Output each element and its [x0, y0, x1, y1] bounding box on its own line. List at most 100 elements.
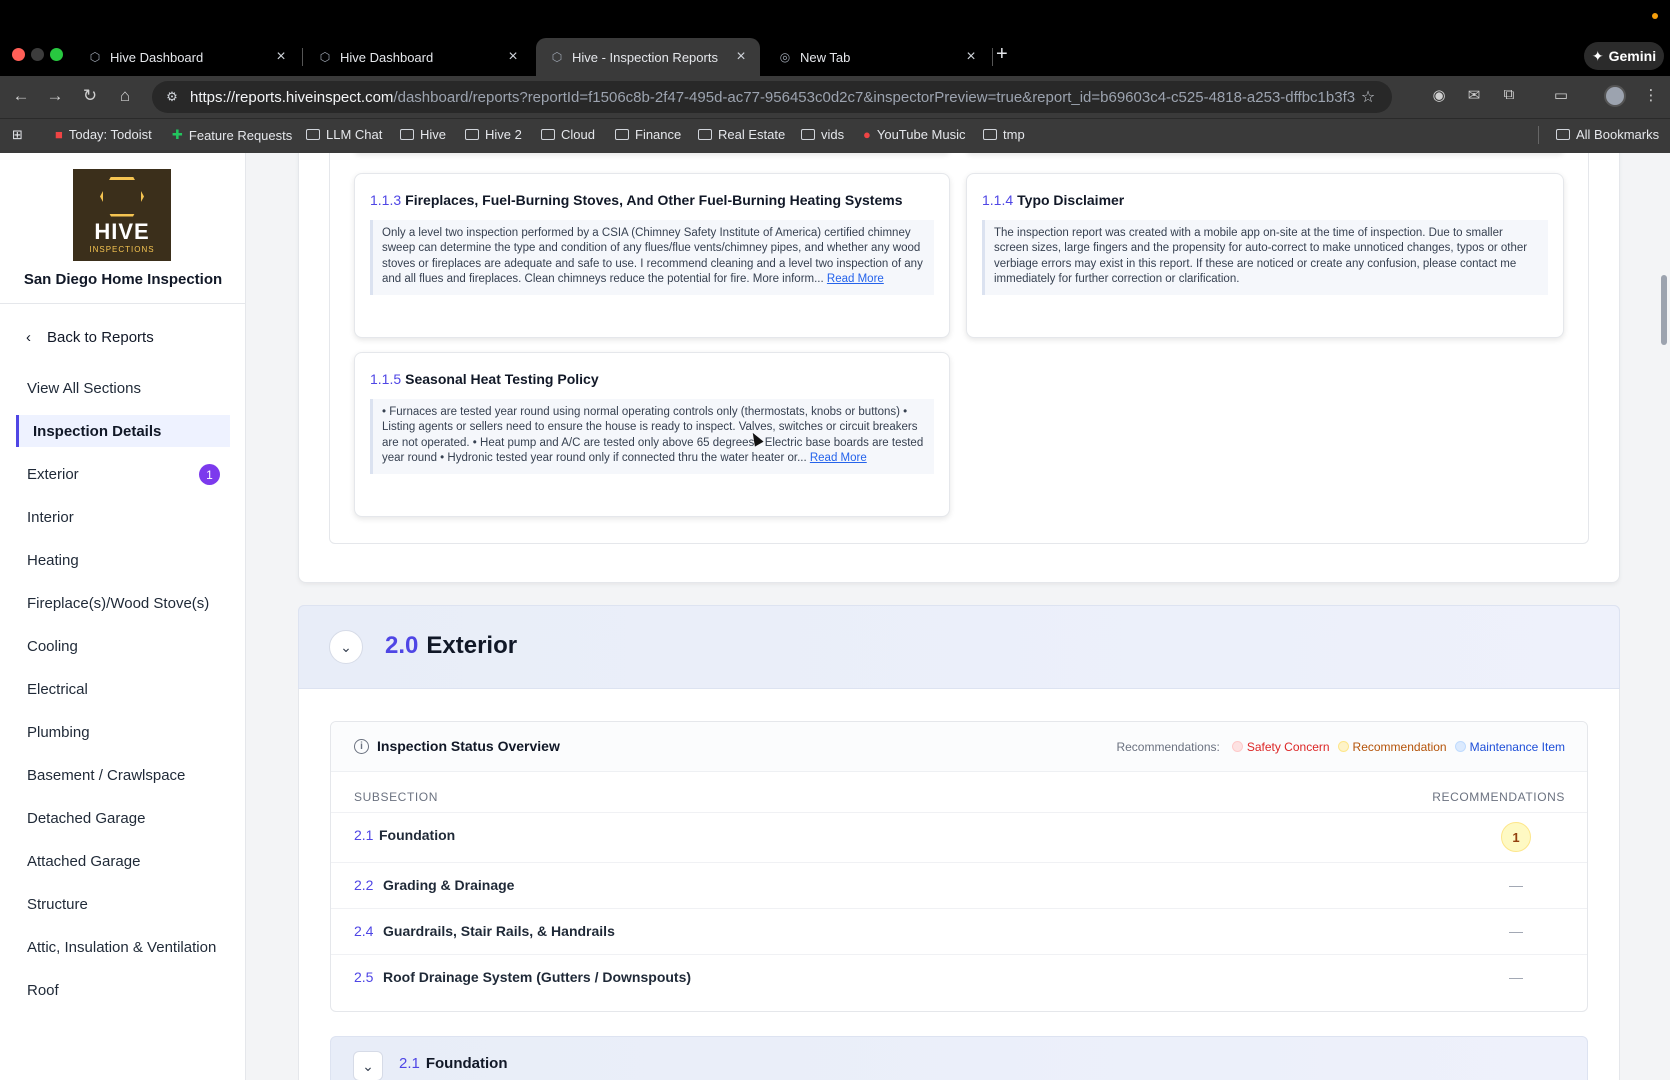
- sidebar-item-exterior[interactable]: Exterior 1: [16, 458, 230, 490]
- exterior-section-header[interactable]: ⌄ 2.0 Exterior: [298, 605, 1620, 689]
- sidebar-item-attached-garage[interactable]: Attached Garage: [16, 845, 230, 877]
- subsection-label[interactable]: Roof Drainage System (Gutters / Downspou…: [383, 969, 691, 985]
- sidebar-item-label: Cooling: [27, 637, 78, 655]
- close-tab-icon[interactable]: ×: [730, 48, 752, 66]
- sidebar-item-inspection-details[interactable]: Inspection Details: [16, 415, 230, 447]
- home-icon[interactable]: ⌂: [113, 86, 137, 106]
- subsection-label[interactable]: Foundation: [379, 827, 455, 843]
- info-card: 1.1.4 Typo Disclaimer The inspection repo…: [966, 173, 1564, 338]
- legend-text: Maintenance Item: [1469, 740, 1565, 754]
- page-scrollbar[interactable]: [1661, 275, 1667, 345]
- sidebar-item-detached-garage[interactable]: Detached Garage: [16, 802, 230, 834]
- all-bookmarks-folder[interactable]: All Bookmarks: [1556, 127, 1659, 142]
- sidebar-item-label: Roof: [27, 981, 59, 999]
- address-bar[interactable]: ⚙ https://reports.hiveinspect.com/dashbo…: [152, 81, 1392, 113]
- bookmark-label: tmp: [1003, 127, 1025, 142]
- legend-dot: [1231, 741, 1243, 752]
- legend-safety-concern: Safety Concern: [1231, 740, 1330, 754]
- sidebar-item-heating[interactable]: Heating: [16, 544, 230, 576]
- sidebar-item-basement[interactable]: Basement / Crawlspace: [16, 759, 230, 791]
- sidebar-item-structure[interactable]: Structure: [16, 888, 230, 920]
- sidebar-item-label: Detached Garage: [27, 809, 146, 827]
- table-row[interactable]: 2.5 Roof Drainage System (Gutters / Down…: [331, 954, 1587, 1002]
- apps-grid-icon[interactable]: ⊞: [12, 127, 23, 143]
- table-row[interactable]: 2.2 Grading & Drainage —: [331, 862, 1587, 910]
- sidebar-item-label: Structure: [27, 895, 88, 913]
- table-row[interactable]: 2.1 Foundation 1: [331, 812, 1587, 860]
- browser-tab[interactable]: ◎ New Tab ×: [764, 38, 990, 76]
- legend-text: Safety Concern: [1246, 740, 1330, 754]
- close-window-button[interactable]: [12, 48, 25, 61]
- gemini-button[interactable]: ✦ Gemini: [1584, 42, 1664, 70]
- close-tab-icon[interactable]: ×: [270, 48, 292, 66]
- info-card: 1.1.3 Fireplaces, Fuel-Burning Stoves, An…: [354, 173, 950, 338]
- foundation-subsection-header[interactable]: ⌄ 2.1 Foundation: [330, 1036, 1588, 1080]
- bookmark-folder[interactable]: tmp: [983, 127, 1025, 142]
- bookmark-item[interactable]: ✚ Feature Requests: [172, 127, 292, 143]
- chevron-down-icon[interactable]: ⌄: [329, 630, 363, 664]
- browser-menu-icon[interactable]: ⋮: [1640, 86, 1662, 106]
- sidebar-item-label: Heating: [27, 551, 79, 569]
- legend-recommendation: Recommendation: [1337, 740, 1447, 754]
- browser-tab[interactable]: ⬡ Hive Dashboard ×: [74, 38, 300, 76]
- bookmark-label: Feature Requests: [188, 127, 293, 143]
- sidebar-item-label: Plumbing: [27, 723, 90, 741]
- sidebar-item-view-all-sections[interactable]: View All Sections: [16, 372, 230, 404]
- new-tab-button[interactable]: +: [996, 43, 1008, 66]
- reload-icon[interactable]: ↻: [78, 86, 102, 106]
- youtube-music-icon: ●: [863, 127, 871, 142]
- reading-mode-icon[interactable]: ▭: [1550, 86, 1572, 106]
- sidebar-item-interior[interactable]: Interior: [16, 501, 230, 533]
- bookmark-item[interactable]: ■ Today: Todoist: [55, 127, 152, 142]
- close-tab-icon[interactable]: ×: [502, 48, 524, 66]
- bookmark-folder[interactable]: Hive 2: [465, 127, 522, 142]
- bookmark-item[interactable]: ● YouTube Music: [863, 127, 966, 142]
- read-more-link[interactable]: Read More: [810, 452, 867, 464]
- sidebar-item-plumbing[interactable]: Plumbing: [16, 716, 230, 748]
- bookmark-folder[interactable]: Cloud: [541, 127, 595, 142]
- sidebar-item-electrical[interactable]: Electrical: [16, 673, 230, 705]
- back-to-reports-link[interactable]: ‹ Back to Reports: [26, 329, 154, 346]
- card-title: 1.1.5 Seasonal Heat Testing Policy: [370, 371, 599, 387]
- chevron-down-icon[interactable]: ⌄: [353, 1051, 383, 1080]
- mail-extension-icon[interactable]: ✉: [1463, 86, 1485, 106]
- minimize-window-button[interactable]: [31, 48, 44, 61]
- card-title-text: Typo Disclaimer: [1017, 192, 1125, 208]
- url-text[interactable]: https://reports.hiveinspect.com/dashboar…: [190, 89, 1356, 106]
- browser-tab-active[interactable]: ⬡ Hive - Inspection Reports ×: [536, 38, 760, 76]
- back-label: Back to Reports: [47, 329, 154, 346]
- sidebar-item-attic[interactable]: Attic, Insulation & Ventilation: [16, 931, 230, 963]
- card-body: • Furnaces are tested year round using n…: [370, 399, 934, 475]
- card-number: 1.1.4: [982, 192, 1014, 208]
- back-arrow-icon[interactable]: ←: [9, 86, 33, 106]
- card-title-text: Fireplaces, Fuel-Burning Stoves, And Oth…: [405, 192, 903, 208]
- subsection-label[interactable]: Grading & Drainage: [383, 877, 514, 893]
- sidebar-item-fireplace[interactable]: Fireplace(s)/Wood Stove(s): [16, 587, 230, 619]
- bookmark-star-icon[interactable]: ☆: [1356, 87, 1380, 107]
- table-row[interactable]: 2.4 Guardrails, Stair Rails, & Handrails…: [331, 908, 1587, 956]
- card-body: Only a level two inspection performed by…: [370, 220, 934, 296]
- todoist-icon: ■: [55, 127, 63, 142]
- maximize-window-button[interactable]: [50, 48, 63, 61]
- bookmark-folder[interactable]: Finance: [615, 127, 681, 142]
- camera-extension-icon[interactable]: ◉: [1428, 86, 1450, 106]
- sidebar-item-label: Exterior: [27, 465, 79, 483]
- sidebar-item-cooling[interactable]: Cooling: [16, 630, 230, 662]
- browser-tab[interactable]: ⬡ Hive Dashboard ×: [304, 38, 532, 76]
- bookmark-folder[interactable]: LLM Chat: [306, 127, 382, 142]
- profile-avatar[interactable]: [1604, 85, 1626, 107]
- bookmark-folder[interactable]: vids: [801, 127, 844, 142]
- tab-title: Hive - Inspection Reports: [572, 49, 718, 65]
- close-tab-icon[interactable]: ×: [960, 48, 982, 66]
- sidebar-item-label: Electrical: [27, 680, 88, 698]
- card-title: 1.1.4 Typo Disclaimer: [982, 192, 1124, 208]
- site-settings-icon[interactable]: ⚙: [162, 89, 182, 105]
- bookmark-folder[interactable]: Real Estate: [698, 127, 785, 142]
- read-more-link[interactable]: Read More: [827, 273, 884, 285]
- extensions-puzzle-icon[interactable]: ⧉: [1498, 86, 1520, 106]
- forward-arrow-icon[interactable]: →: [43, 86, 67, 106]
- bookmark-folder[interactable]: Hive: [400, 127, 446, 142]
- subsection-label[interactable]: Guardrails, Stair Rails, & Handrails: [383, 923, 615, 939]
- sidebar-item-roof[interactable]: Roof: [16, 974, 230, 1006]
- subsection-number: 2.1: [399, 1055, 420, 1072]
